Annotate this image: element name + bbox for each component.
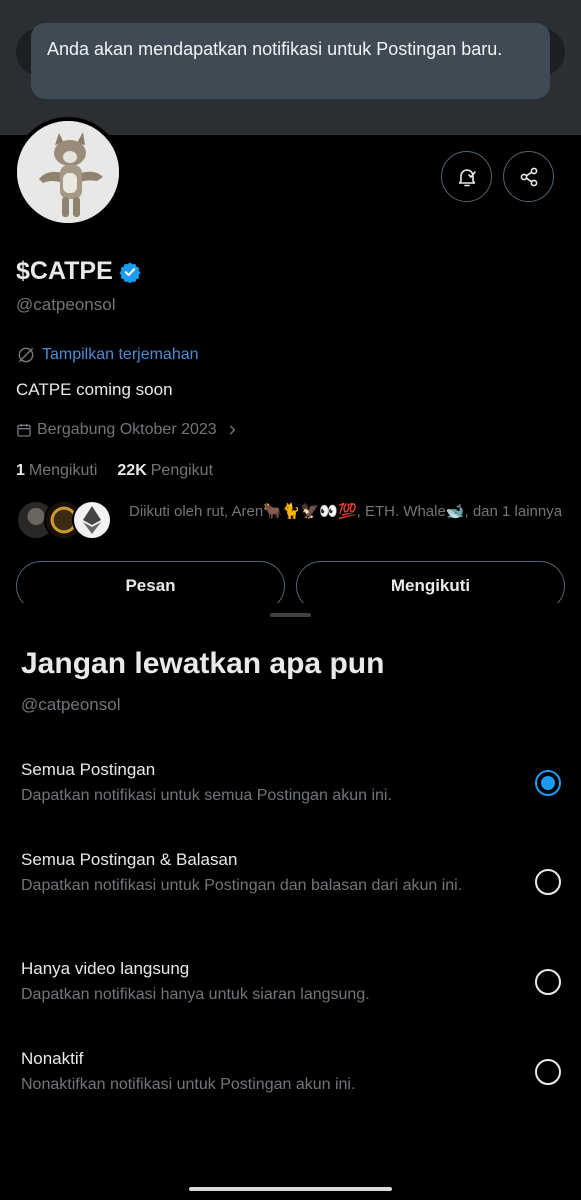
option-description: Dapatkan notifikasi untuk semua Postinga… (21, 787, 392, 804)
display-name-text: $CATPE (16, 257, 113, 285)
bell-check-icon (458, 168, 476, 186)
sheet-grabber[interactable] (270, 613, 311, 617)
avatar[interactable] (13, 117, 123, 227)
share-icon (520, 167, 537, 186)
chevron-right-icon (229, 425, 236, 435)
option-title: Semua Postingan (21, 760, 156, 779)
option-live-video-only[interactable]: Hanya video langsung Dapatkan notifikasi… (21, 959, 561, 1005)
radio-unselected[interactable] (535, 869, 561, 895)
notification-toast: Anda akan mendapatkan notifikasi untuk P… (31, 23, 550, 99)
home-indicator[interactable] (189, 1187, 392, 1191)
option-all-posts[interactable]: Semua Postingan Dapatkan notifikasi untu… (21, 760, 561, 806)
option-title: Hanya video langsung (21, 959, 190, 978)
avatar (72, 500, 112, 540)
option-description: Dapatkan notifikasi untuk Postingan dan … (21, 877, 463, 894)
join-date[interactable]: Bergabung Oktober 2023 (16, 421, 244, 439)
cat-avatar-image (17, 121, 119, 223)
ethereum-icon (83, 506, 101, 534)
option-description: Nonaktifkan notifikasi untuk Postingan a… (21, 1076, 356, 1093)
sheet-title: Jangan lewatkan apa pun (21, 647, 385, 680)
notification-bell-button[interactable] (441, 151, 492, 202)
followers-count[interactable]: 22K (117, 462, 146, 480)
share-button[interactable] (503, 151, 554, 202)
radio-selected[interactable] (535, 770, 561, 796)
notification-sheet: Jangan lewatkan apa pun @catpeonsol Semu… (0, 603, 581, 1200)
sheet-handle: @catpeonsol (21, 695, 121, 714)
profile-bio: CATPE coming soon (16, 380, 173, 399)
verified-badge-icon[interactable] (119, 261, 141, 283)
following-count[interactable]: 1 (16, 462, 25, 480)
translate-link-label: Tampilkan terjemahan (42, 346, 199, 363)
followed-by-avatars[interactable] (16, 500, 112, 540)
radio-unselected[interactable] (535, 1059, 561, 1085)
following-label[interactable]: Mengikuti (29, 462, 97, 480)
option-off[interactable]: Nonaktif Nonaktifkan notifikasi untuk Po… (21, 1049, 561, 1095)
display-name: $CATPE (16, 257, 141, 286)
translate-link[interactable]: Tampilkan terjemahan (16, 345, 199, 365)
followers-label[interactable]: Pengikut (151, 462, 213, 480)
followed-by-text[interactable]: Diikuti oleh rut, Aren🐂🐈🦅👀💯, ETH. Whale🐋… (129, 501, 569, 522)
option-title: Nonaktif (21, 1049, 84, 1068)
option-title: Semua Postingan & Balasan (21, 850, 238, 869)
option-description: Dapatkan notifikasi hanya untuk siaran l… (21, 986, 370, 1003)
translate-icon (18, 347, 34, 363)
option-posts-and-replies[interactable]: Semua Postingan & Balasan Dapatkan notif… (21, 850, 561, 896)
user-handle: @catpeonsol (16, 295, 116, 314)
calendar-icon (17, 424, 31, 437)
follow-stats: 1 Mengikuti 22K Pengikut (16, 462, 213, 480)
join-date-text: Bergabung Oktober 2023 (37, 421, 217, 438)
radio-unselected[interactable] (535, 969, 561, 995)
